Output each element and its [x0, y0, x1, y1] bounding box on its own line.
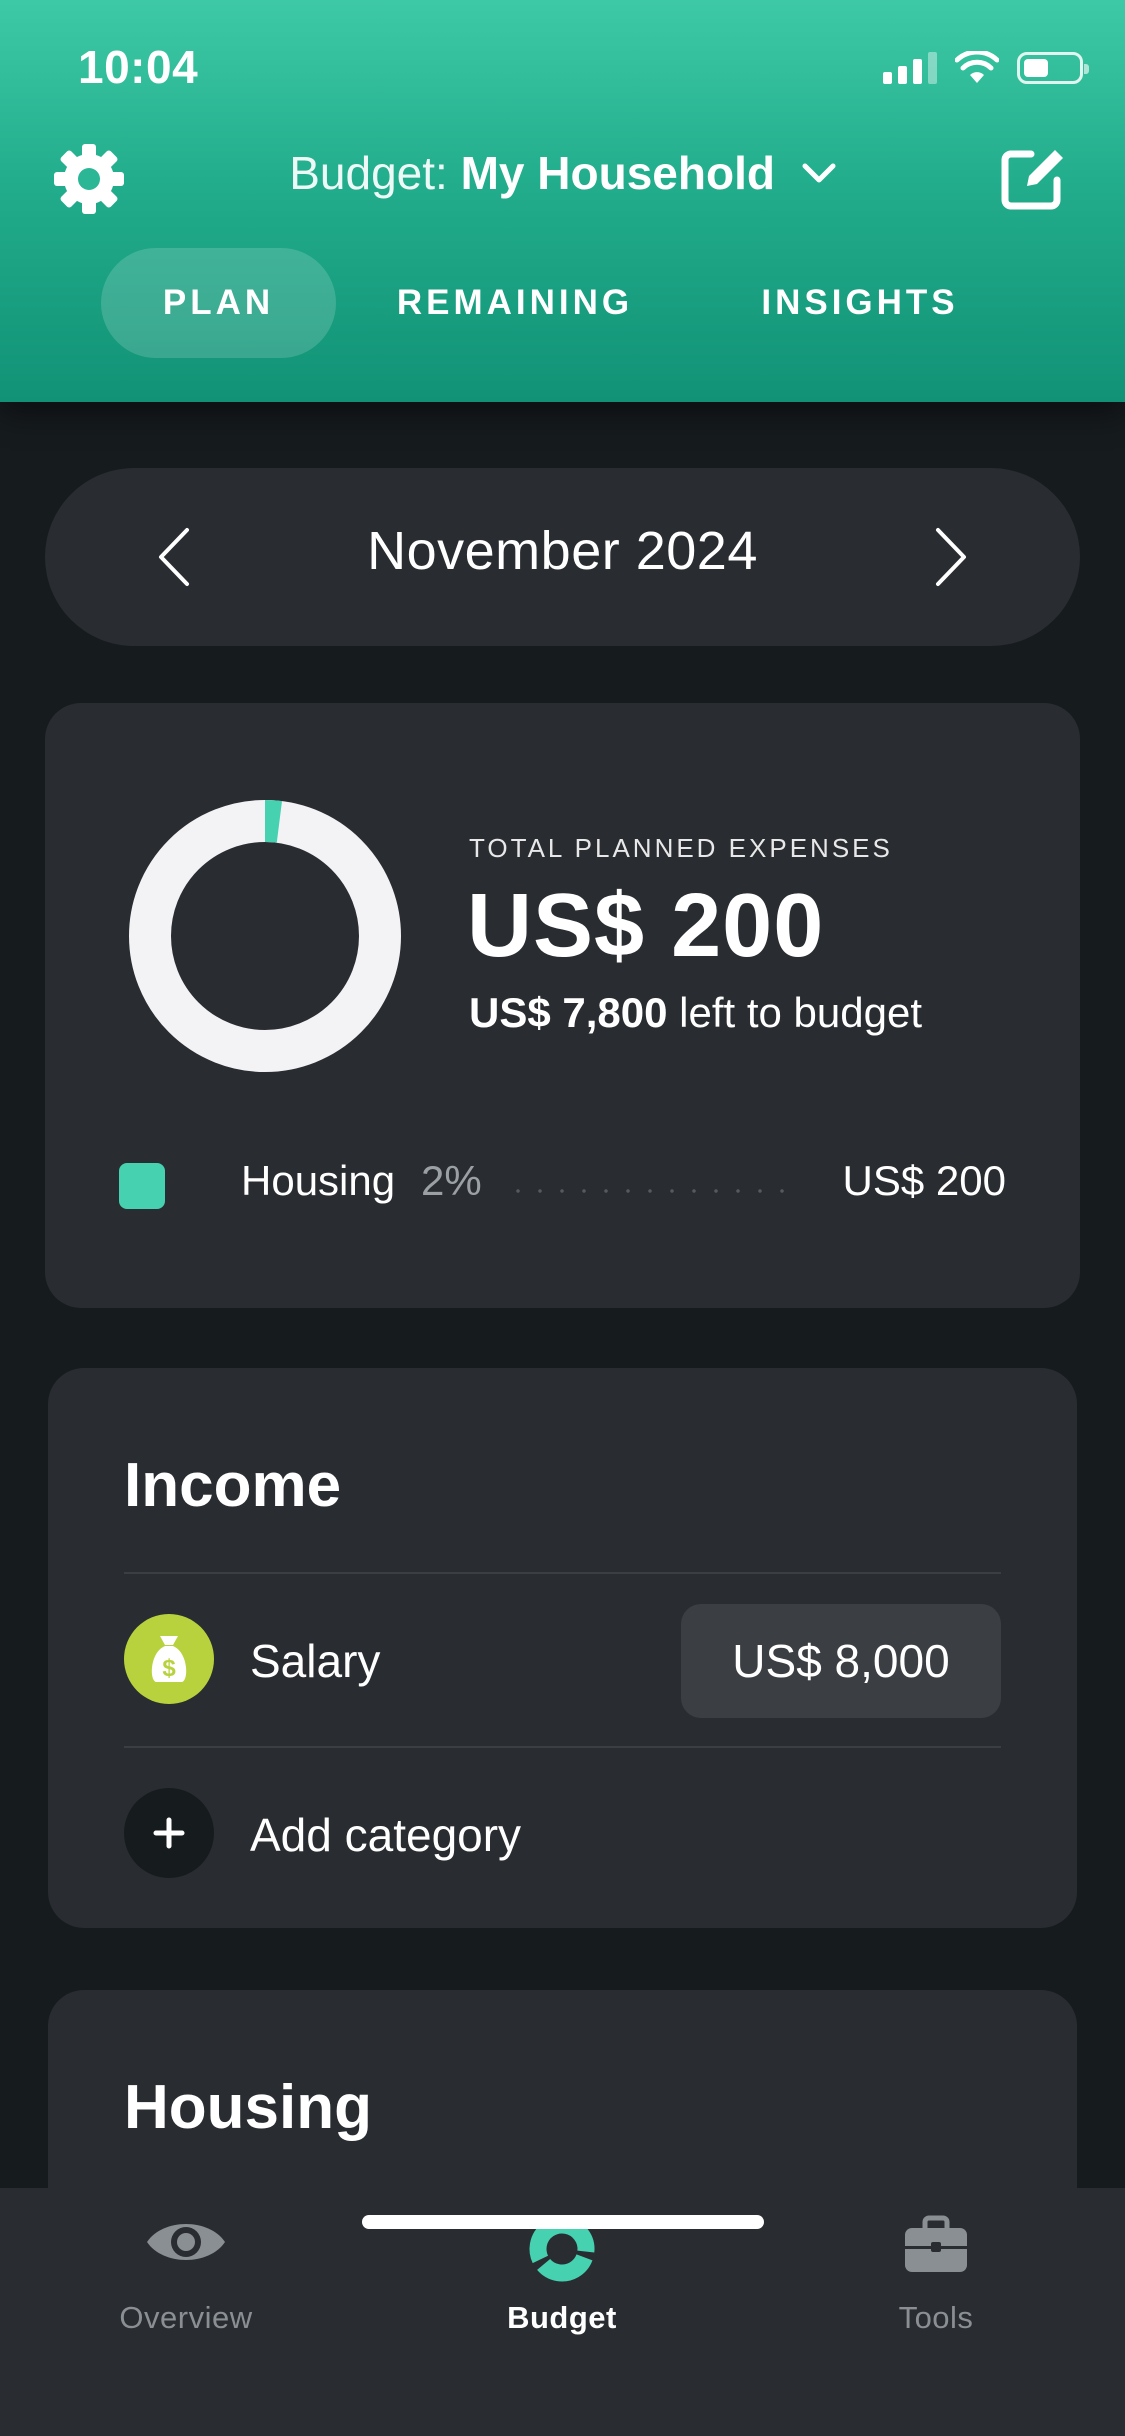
left-to-budget-amount: US$ 7,800	[469, 989, 668, 1036]
tabbar-item-tools[interactable]: Tools	[786, 2188, 1086, 2388]
tab-plan[interactable]: PLAN	[101, 248, 336, 358]
legend-swatch	[119, 1163, 165, 1209]
home-indicator	[362, 2215, 764, 2229]
tabbar-label: Budget	[507, 2300, 617, 2335]
edit-icon[interactable]	[997, 142, 1069, 214]
legend-name: Housing	[241, 1157, 396, 1204]
tabbar-label: Tools	[898, 2300, 974, 2335]
next-month-button[interactable]	[918, 526, 978, 588]
view-tabs: PLAN REMAINING INSIGHTS	[0, 248, 1125, 358]
legend-leader-dots	[507, 1189, 796, 1193]
expenses-summary-card[interactable]: TOTAL PLANNED EXPENSES US$ 200 US$ 7,800…	[45, 703, 1080, 1308]
eye-icon	[147, 2224, 225, 2260]
budget-prefix: Budget:	[289, 147, 448, 199]
briefcase-icon	[905, 2215, 967, 2272]
legend-item-housing: Housing 2% US$ 200	[119, 1151, 1006, 1211]
left-to-budget: US$ 7,800 left to budget	[469, 989, 922, 1037]
left-to-budget-text: left to budget	[679, 989, 923, 1036]
tab-insights[interactable]: INSIGHTS	[740, 248, 980, 358]
chevron-down-icon	[802, 163, 836, 183]
housing-title: Housing	[124, 2073, 372, 2142]
legend-amount: US$ 200	[842, 1157, 1006, 1204]
tab-remaining[interactable]: REMAINING	[370, 248, 660, 358]
svg-text:$: $	[162, 1655, 176, 1682]
donut-track	[129, 800, 401, 1072]
divider	[124, 1572, 1001, 1574]
plus-icon[interactable]	[124, 1788, 214, 1878]
legend-percent: 2%	[421, 1157, 482, 1204]
total-planned-value: US$ 200	[467, 876, 825, 976]
month-navigator: November 2024	[45, 468, 1080, 646]
expenses-donut-chart	[129, 800, 401, 1072]
wifi-icon	[955, 51, 999, 83]
status-time: 10:04	[78, 41, 199, 93]
budget-name: My Household	[460, 147, 775, 199]
money-bag-icon: $	[124, 1614, 214, 1704]
divider	[124, 1746, 1001, 1748]
cellular-signal-icon	[883, 52, 937, 84]
total-planned-label: TOTAL PLANNED EXPENSES	[469, 833, 893, 863]
income-item-amount[interactable]: US$ 8,000	[681, 1604, 1001, 1718]
app-header: 10:04 Budget: My Household PLAN REMAININ…	[0, 0, 1125, 402]
add-category-button[interactable]: Add category	[250, 1808, 521, 1862]
budget-selector[interactable]: Budget: My Household	[0, 146, 1125, 200]
tabbar-item-overview[interactable]: Overview	[36, 2188, 336, 2388]
status-icons	[883, 48, 1089, 88]
tabbar-label: Overview	[119, 2300, 253, 2335]
income-card: Income $ Salary US$ 8,000 Add category	[48, 1368, 1077, 1928]
income-item-label[interactable]: Salary	[250, 1634, 380, 1688]
income-title: Income	[124, 1451, 342, 1520]
battery-icon	[1017, 52, 1089, 84]
